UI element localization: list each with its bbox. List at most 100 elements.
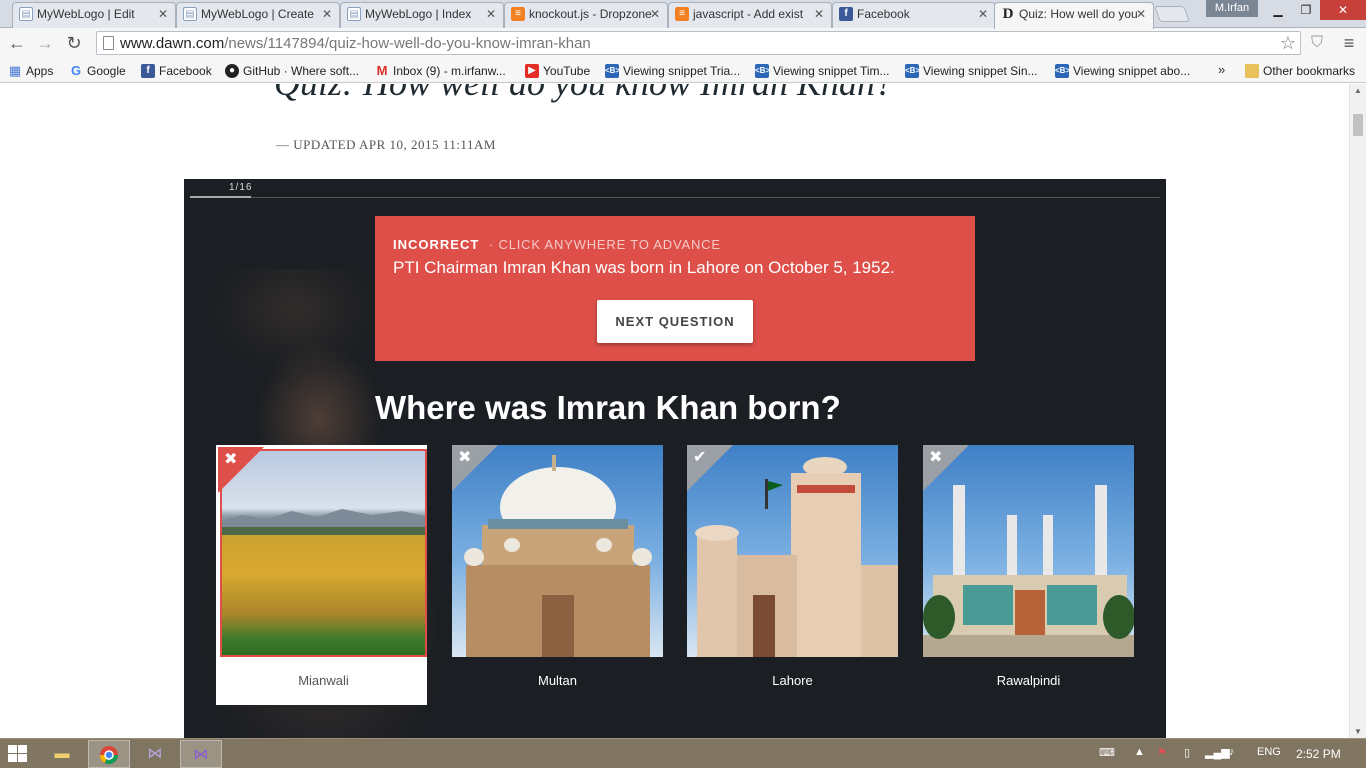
answer-option-lahore[interactable]: ✔ Lahore	[687, 445, 898, 705]
menu-icon[interactable]: ≡	[1337, 33, 1361, 53]
facebook-icon: f	[141, 64, 155, 78]
clock[interactable]: 2:52 PM	[1296, 747, 1341, 761]
option-label: Multan	[537, 673, 578, 688]
more-bookmarks-chevron[interactable]: »	[1218, 62, 1225, 77]
next-question-button[interactable]: NEXT QUESTION	[597, 300, 753, 343]
tab-title: javascript - Add exist	[693, 7, 804, 21]
tab-mywebglogo-edit[interactable]: ▤ MyWebLogo | Edit ✕	[12, 2, 176, 28]
cross-icon: ✖	[224, 451, 238, 468]
bookmark-label: Viewing snippet Tria...	[623, 64, 741, 78]
bookmark-label: Viewing snippet Sin...	[923, 64, 1038, 78]
restore-icon[interactable]: ❐	[1292, 0, 1320, 20]
tab-title: knockout.js - Dropzone	[529, 7, 652, 21]
close-icon[interactable]: ✕	[1136, 3, 1146, 25]
quiz-container[interactable]: 1/16 INCORRECT · CLICK ANYWHERE TO ADVAN…	[184, 179, 1166, 738]
shield-extension-icon[interactable]: ⛉	[1307, 33, 1327, 53]
tab-javascript-question[interactable]: ≡ javascript - Add exist ✕	[668, 2, 832, 28]
bookmark-snippet-2[interactable]: <B> Viewing snippet Tim...	[755, 62, 890, 80]
other-bookmarks[interactable]: Other bookmarks	[1245, 62, 1355, 80]
new-tab-button[interactable]	[1154, 6, 1190, 22]
profile-button[interactable]: M.Irfan	[1206, 0, 1258, 17]
github-icon: ●	[225, 64, 239, 78]
bookmark-snippet-4[interactable]: <B> Viewing snippet abo...	[1055, 62, 1190, 80]
chrome-icon[interactable]	[88, 740, 130, 768]
address-bar[interactable]: www.dawn.com/news/1147894/quiz-how-well-…	[96, 31, 1301, 55]
bookmark-snippet-1[interactable]: <B> Viewing snippet Tria...	[605, 62, 740, 80]
bookmark-youtube[interactable]: ▶ YouTube	[525, 62, 590, 80]
signal-icon[interactable]: ▂▄▆	[1205, 746, 1230, 759]
tab-title: MyWebLogo | Create	[201, 7, 314, 21]
bookmark-label: Other bookmarks	[1263, 64, 1356, 78]
language-indicator[interactable]: ENG	[1257, 746, 1281, 758]
close-icon[interactable]: ✕	[158, 3, 168, 25]
bookmark-label: Google	[87, 64, 126, 78]
show-hidden-icons[interactable]: ▲	[1134, 746, 1145, 758]
snippet-icon: <B>	[755, 64, 770, 78]
minimize-icon[interactable]: ▁	[1264, 0, 1292, 20]
bookmark-label: Inbox (9) - m.irfanw...	[393, 64, 506, 78]
url-path: /news/1147894/quiz-how-well-do-you-know-…	[224, 35, 591, 52]
option-label: Mianwali	[298, 673, 349, 688]
back-icon[interactable]: ←	[5, 31, 29, 55]
bookmark-label: Viewing snippet Tim...	[773, 64, 890, 78]
cross-icon: ✖	[458, 449, 472, 466]
file-explorer-icon[interactable]: ▬	[41, 740, 83, 768]
scroll-down-icon[interactable]: ▼	[1354, 727, 1362, 736]
youtube-icon: ▶	[525, 64, 539, 78]
window-close-icon[interactable]: ✕	[1320, 0, 1366, 20]
page-scrollbar[interactable]: ▲ ▼	[1349, 84, 1366, 738]
scroll-thumb[interactable]	[1353, 114, 1363, 136]
forward-icon[interactable]: →	[33, 31, 57, 55]
tab-mywebglogo-create[interactable]: ▤ MyWebLogo | Create ✕	[176, 2, 340, 28]
keyboard-icon[interactable]: ⌨	[1099, 746, 1115, 759]
answer-option-mianwali[interactable]: ✖ Mianwali	[216, 445, 427, 705]
tab-dawn-quiz[interactable]: D Quiz: How well do you ✕	[994, 2, 1154, 29]
gmail-icon: M	[376, 63, 388, 78]
tab-knockout-dropzone[interactable]: ≡ knockout.js - Dropzone ✕	[504, 2, 668, 28]
answer-option-multan[interactable]: ✖ Multan	[452, 445, 663, 705]
bookmark-label: YouTube	[543, 64, 591, 78]
bookmark-facebook[interactable]: f Facebook	[141, 62, 212, 80]
visual-studio-icon[interactable]: ⋈	[134, 740, 176, 768]
answer-option-rawalpindi[interactable]: ✖ Rawalpindi	[923, 445, 1134, 705]
close-icon[interactable]: ✕	[978, 3, 988, 25]
bookmark-apps[interactable]: ▦ Apps	[8, 62, 54, 80]
url-text[interactable]: www.dawn.com/news/1147894/quiz-how-well-…	[120, 35, 591, 52]
bookmark-github[interactable]: ● GitHub · Where soft...	[225, 62, 359, 80]
close-icon[interactable]: ✕	[814, 3, 824, 25]
document-icon: ▤	[19, 7, 33, 21]
page-icon	[103, 36, 114, 50]
visual-studio-2-icon[interactable]: ⋈	[180, 740, 222, 768]
tab-mywebglogo-index[interactable]: ▤ MyWebLogo | Index ✕	[340, 2, 504, 28]
stackoverflow-icon: ≡	[511, 7, 525, 21]
bookmark-snippet-3[interactable]: <B> Viewing snippet Sin...	[905, 62, 1038, 80]
battery-icon[interactable]: ▯	[1184, 746, 1190, 759]
close-icon[interactable]: ✕	[322, 3, 332, 25]
windows-start-icon[interactable]	[8, 745, 28, 763]
network-error-icon[interactable]: ⚑	[1157, 746, 1167, 759]
bookmark-star-icon[interactable]: ☆	[1280, 32, 1296, 54]
close-icon[interactable]: ✕	[486, 3, 496, 25]
close-icon[interactable]: ✕	[650, 3, 660, 25]
tab-title: MyWebLogo | Edit	[37, 7, 135, 21]
feedback-banner[interactable]: INCORRECT · CLICK ANYWHERE TO ADVANCE PT…	[375, 216, 975, 361]
tab-facebook[interactable]: f Facebook ✕	[832, 2, 996, 28]
bookmark-inbox[interactable]: M Inbox (9) - m.irfanw...	[375, 62, 506, 80]
facebook-icon: f	[839, 7, 853, 21]
folder-icon	[1245, 64, 1259, 78]
answer-explanation: PTI Chairman Imran Khan was born in Laho…	[393, 258, 895, 277]
snippet-icon: <B>	[905, 64, 920, 78]
bookmark-google[interactable]: G Google	[69, 62, 126, 80]
bookmark-label: Facebook	[159, 64, 212, 78]
document-icon: ▤	[183, 7, 197, 21]
tab-title: Facebook	[857, 7, 910, 21]
bookmarks-bar: ▦ Apps G Google f Facebook ● GitHub · Where …	[0, 58, 1366, 83]
tab-title: MyWebLogo | Index	[365, 7, 472, 21]
article-title: Quiz: How well do you know Imran Khan?	[274, 84, 893, 104]
document-icon: ▤	[347, 7, 361, 21]
taskbar: ▬ ⋈ ⋈ ⌨ ▲ ⚑ ▯ ▂▄▆ ♪ ENG 2:52 PM	[0, 738, 1366, 768]
reload-icon[interactable]: ↻	[62, 31, 86, 55]
volume-icon[interactable]: ♪	[1229, 746, 1235, 758]
scroll-up-icon[interactable]: ▲	[1354, 86, 1362, 95]
stackoverflow-icon: ≡	[675, 7, 689, 21]
